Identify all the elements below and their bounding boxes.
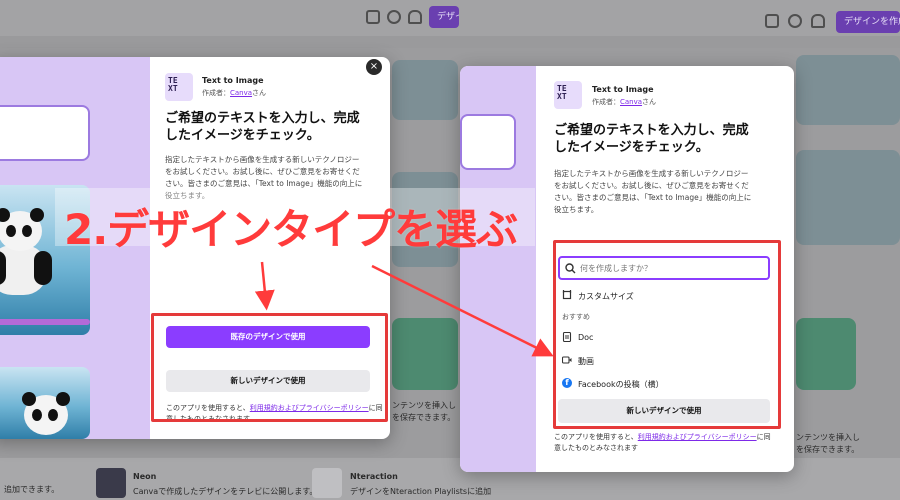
create-design-button[interactable]: デザインを作成 — [836, 11, 900, 33]
text-to-image-app-icon: TE XT — [165, 73, 193, 101]
app-caption: を保存できます。 — [392, 413, 456, 422]
monitor-icon[interactable] — [366, 10, 380, 24]
heading: ご希望のテキストを入力し、完成 したイメージをチェック。 — [165, 111, 360, 143]
highlight-box — [151, 313, 388, 422]
gear-icon[interactable] — [387, 10, 401, 24]
gallery-image[interactable] — [796, 55, 900, 125]
heading: ご希望のテキストを入力し、完成 したイメージをチェック。 — [554, 123, 749, 155]
app-description: 指定したテキストから画像を生成する新しいテクノロジー をお試しください。お試し後… — [554, 169, 752, 214]
bell-icon[interactable] — [811, 14, 825, 28]
app-description: デザインをNteraction Playlistsに追加 — [350, 487, 492, 496]
app-thumbnail[interactable] — [796, 318, 856, 390]
author-link[interactable]: Canva — [230, 89, 252, 97]
close-button[interactable]: × — [366, 59, 382, 75]
app-caption: ンテンツを挿入し — [796, 433, 860, 442]
highlight-box — [553, 240, 781, 429]
annotation-label: 2.デザインタイプを選ぶ — [64, 205, 518, 254]
prompt-preview-card — [460, 114, 516, 170]
app-caption: 追加できます。 — [4, 485, 60, 494]
surfboard — [0, 319, 90, 325]
app-name[interactable]: Nteraction — [350, 472, 398, 481]
app-caption: を保存できます。 — [796, 445, 860, 454]
gallery-image[interactable] — [796, 150, 900, 245]
app-title: Text to Image — [202, 76, 264, 85]
app-caption: ンテンツを挿入し — [392, 401, 456, 410]
gallery-image[interactable] — [392, 60, 458, 120]
nteraction-app-icon[interactable] — [312, 468, 342, 498]
create-design-button-left[interactable]: デザイン — [429, 6, 459, 28]
terms-notice: このアプリを使用すると、利用規約およびプライバシーポリシーに同 意したものとみな… — [554, 433, 771, 452]
panda-surf-image — [0, 367, 90, 439]
prompt-preview-card — [0, 105, 90, 161]
neon-app-icon[interactable] — [96, 468, 126, 498]
app-author: 作成者：Canvaさん — [592, 98, 657, 106]
app-title: Text to Image — [592, 85, 654, 94]
terms-link[interactable]: 利用規約およびプライバシーポリシー — [638, 433, 757, 441]
text-to-image-app-icon: TE XT — [554, 81, 582, 109]
app-author: 作成者：Canvaさん — [202, 89, 267, 97]
app-name[interactable]: Neon — [133, 472, 156, 481]
app-thumbnail[interactable] — [392, 318, 458, 390]
monitor-icon[interactable] — [765, 14, 779, 28]
author-link[interactable]: Canva — [620, 98, 642, 106]
gear-icon[interactable] — [788, 14, 802, 28]
bell-icon[interactable] — [408, 10, 422, 24]
app-description: Canvaで作成したデザインをテレビに公開します。 — [133, 487, 318, 496]
